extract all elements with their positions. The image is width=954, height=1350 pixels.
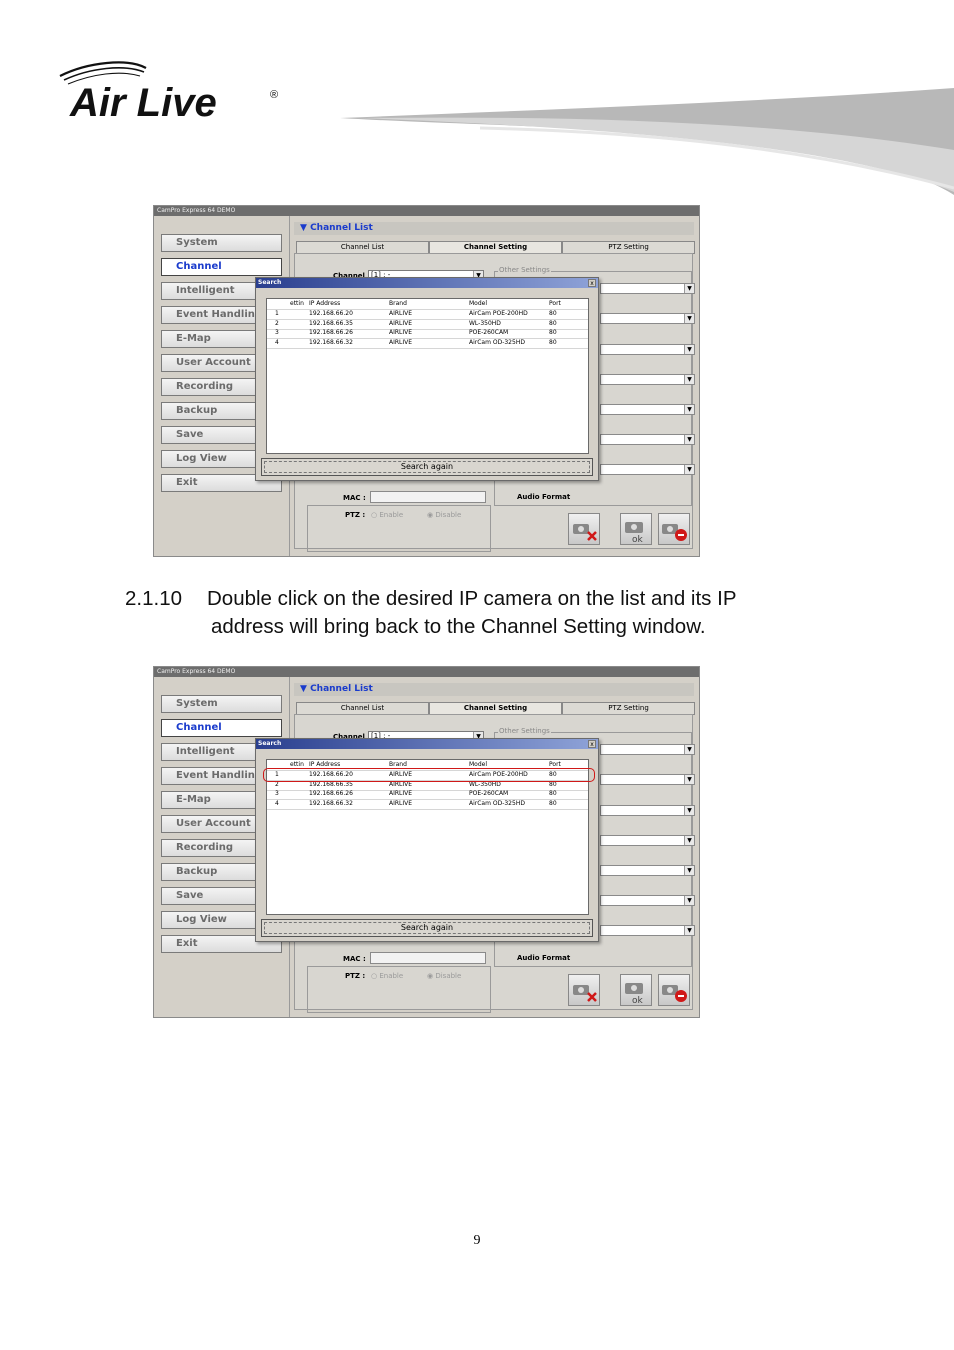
close-icon[interactable]: x	[588, 740, 596, 748]
cancel-button[interactable]	[658, 974, 690, 1006]
setting-select[interactable]: ▼	[600, 464, 695, 475]
ptz-disable-radio[interactable]: ◉ Disable	[427, 511, 461, 519]
setting-select[interactable]: ▼	[600, 835, 695, 846]
ok-button[interactable]: ok	[620, 974, 652, 1006]
ok-button[interactable]: ok	[620, 513, 652, 545]
mac-label: MAC :	[343, 494, 366, 502]
airlive-logo: Air Live ®	[58, 60, 288, 125]
registered-mark: ®	[270, 89, 278, 101]
svg-text:ok: ok	[632, 535, 644, 544]
camera-ok-icon: ok	[625, 522, 644, 545]
screenshot-search-dialog: CamPro Express 64 DEMO System Channel In…	[153, 205, 700, 557]
camera-delete-icon	[573, 985, 597, 1002]
setting-select[interactable]: ▼	[600, 744, 695, 755]
setting-select[interactable]: ▼	[600, 895, 695, 906]
header-swoosh	[340, 80, 954, 195]
step-number: 2.1.10	[125, 587, 182, 610]
close-icon[interactable]: x	[588, 279, 596, 287]
setting-select[interactable]: ▼	[600, 374, 695, 385]
mac-label: MAC :	[343, 955, 366, 963]
camera-list: ettin IP Address Brand Model Port 1 192.168.6…	[266, 298, 589, 454]
setting-select[interactable]: ▼	[600, 925, 695, 936]
section-title: ▼ Channel List	[294, 222, 694, 235]
setting-select[interactable]: ▼	[600, 805, 695, 816]
search-dialog: Search x ettin IP Address Brand Model Port 1…	[255, 277, 599, 481]
window-title: CamPro Express 64 DEMO	[154, 667, 699, 677]
cancel-button[interactable]	[658, 513, 690, 545]
ptz-disable-radio[interactable]: ◉ Disable	[427, 972, 461, 980]
camera-cancel-icon	[662, 985, 687, 1002]
page-number: 9	[473, 1233, 481, 1248]
delete-camera-button[interactable]	[568, 513, 600, 545]
ptz-label: PTZ :	[345, 511, 366, 519]
table-row[interactable]: 4 192.168.66.32 AIRLIVE AirCam OD-325HD 80	[267, 338, 588, 349]
svg-text:ok: ok	[632, 996, 644, 1005]
table-row[interactable]: 4 192.168.66.32 AIRLIVE AirCam OD-325HD 80	[267, 799, 588, 810]
other-settings-label: Other Settings	[498, 727, 551, 735]
setting-select[interactable]: ▼	[600, 774, 695, 785]
other-settings-label: Other Settings	[498, 266, 551, 274]
step-text-line2: address will bring back to the Channel S…	[211, 615, 706, 638]
nav-system[interactable]: System	[161, 234, 282, 252]
ptz-enable-radio[interactable]: ○ Enable	[371, 511, 403, 519]
dialog-title: Search	[256, 278, 598, 288]
camera-delete-icon	[573, 524, 597, 541]
step-text-line1: Double click on the desired IP camera on…	[207, 587, 737, 610]
delete-camera-button[interactable]	[568, 974, 600, 1006]
dialog-title: Search	[256, 739, 598, 749]
window-title: CamPro Express 64 DEMO	[154, 206, 699, 216]
ptz-enable-radio[interactable]: ○ Enable	[371, 972, 403, 980]
setting-select[interactable]: ▼	[600, 404, 695, 415]
setting-select[interactable]: ▼	[600, 434, 695, 445]
setting-select[interactable]: ▼	[600, 865, 695, 876]
section-title: ▼ Channel List	[294, 683, 694, 696]
search-again-button[interactable]: Search again	[261, 919, 593, 937]
camera-list: ettin IP Address Brand Model Port 1 192.168.6…	[266, 759, 589, 915]
audio-format-label: Audio Format	[517, 954, 571, 962]
mac-field[interactable]	[370, 491, 486, 503]
ptz-label: PTZ :	[345, 972, 366, 980]
nav-channel[interactable]: Channel	[161, 719, 282, 737]
screenshot-selected-row: CamPro Express 64 DEMO System Channel In…	[153, 666, 700, 1018]
setting-select[interactable]: ▼	[600, 344, 695, 355]
logo-text: Air Live	[69, 81, 217, 122]
audio-format-label: Audio Format	[517, 493, 571, 501]
setting-select[interactable]: ▼	[600, 313, 695, 324]
search-again-button[interactable]: Search again	[261, 458, 593, 476]
camera-cancel-icon	[662, 524, 687, 541]
nav-channel[interactable]: Channel	[161, 258, 282, 276]
nav-system[interactable]: System	[161, 695, 282, 713]
setting-select[interactable]: ▼	[600, 283, 695, 294]
search-dialog: Search x ettin IP Address Brand Model Port 1…	[255, 738, 599, 942]
camera-ok-icon: ok	[625, 983, 644, 1006]
selection-highlight	[263, 768, 595, 782]
mac-field[interactable]	[370, 952, 486, 964]
